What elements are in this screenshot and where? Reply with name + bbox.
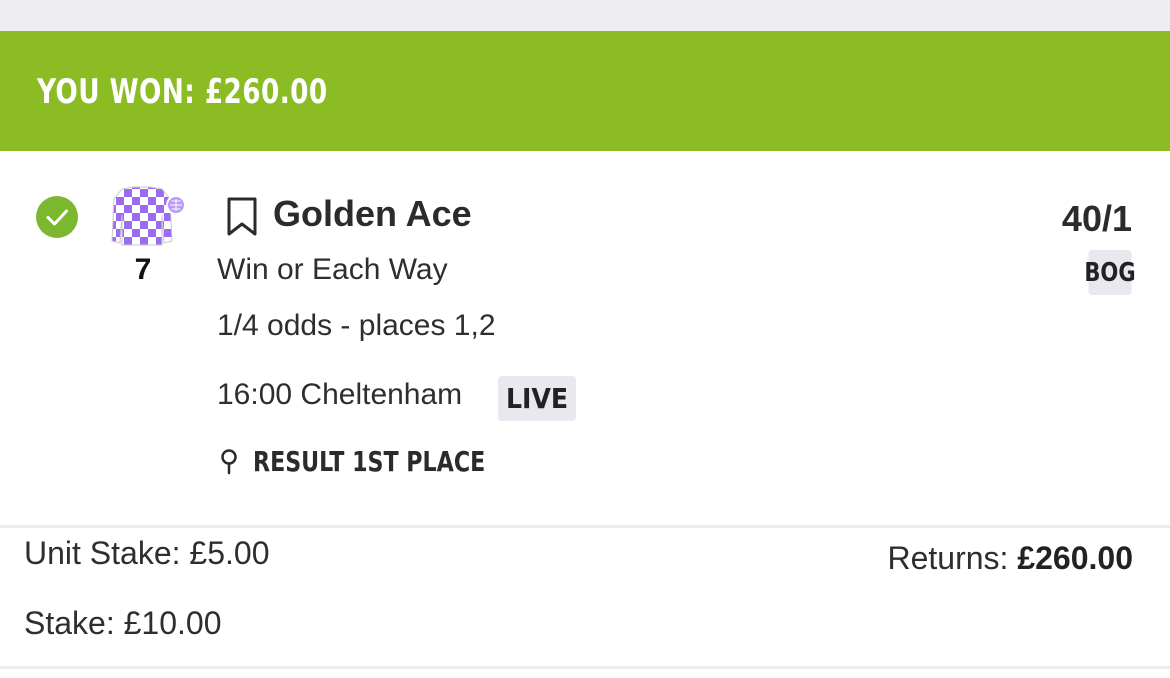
bet-type: Win or Each Way: [217, 253, 448, 286]
total-stake: Stake: £10.00: [24, 605, 222, 641]
odds: 40/1: [1061, 198, 1132, 239]
bookmark-icon[interactable]: [225, 196, 261, 238]
returns-value: £260.00: [1017, 540, 1133, 576]
result-text: RESULT 1ST PLACE: [253, 445, 486, 478]
location-pin-icon: [218, 448, 242, 476]
unit-stake: Unit Stake: £5.00: [24, 535, 270, 571]
returns-label: Returns:: [887, 540, 1009, 576]
each-way-terms: 1/4 odds - places 1,2: [217, 309, 496, 342]
selection-name: Golden Ace: [273, 193, 472, 234]
race-info[interactable]: 16:00 Cheltenham: [217, 378, 462, 412]
top-strip: [0, 0, 1170, 31]
win-amount-text: YOU WON: £260.00: [37, 72, 328, 112]
divider: [0, 525, 1170, 528]
divider: [0, 666, 1170, 669]
runner-number: 7: [134, 253, 152, 286]
check-circle-icon: [36, 196, 78, 238]
returns: Returns: £260.00: [888, 540, 1134, 576]
jockey-silks-icon: [100, 185, 188, 249]
live-badge: LIVE: [498, 376, 576, 421]
bog-badge: BOG: [1084, 250, 1136, 295]
